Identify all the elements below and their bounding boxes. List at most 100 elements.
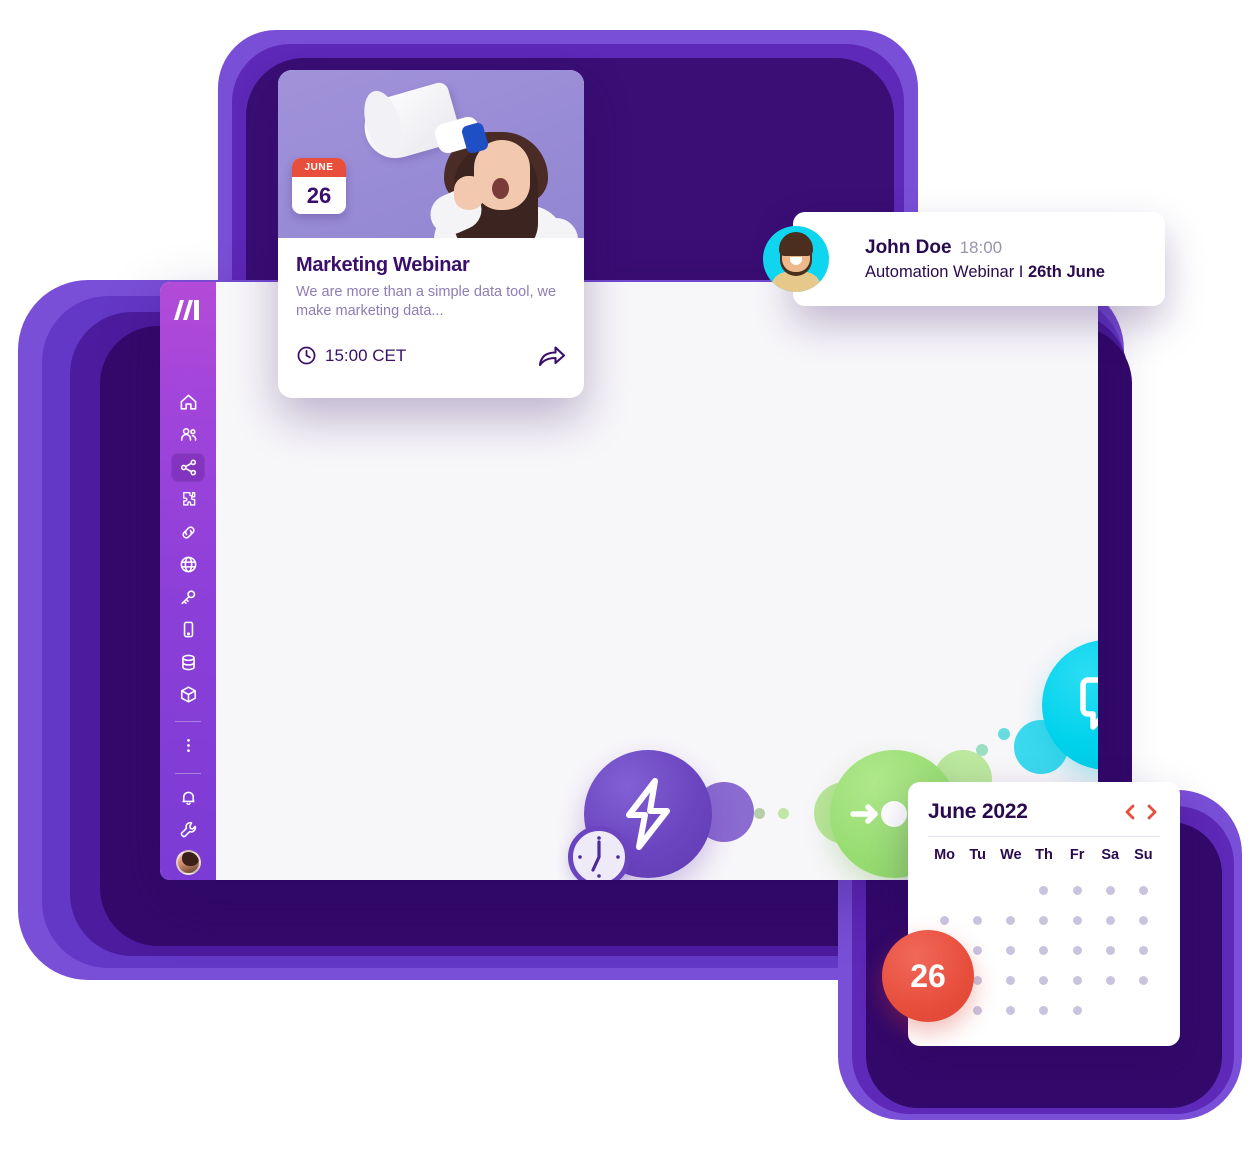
date-badge-month: JUNE (292, 158, 346, 177)
share-arrow-icon[interactable] (538, 344, 566, 368)
mini-calendar-day-names: Mo Tu We Th Fr Sa Su (928, 847, 1160, 863)
sidebar-item-webhooks[interactable] (171, 550, 205, 579)
sidebar-item-templates[interactable] (171, 485, 205, 514)
mini-calendar-cell[interactable] (1094, 905, 1127, 935)
notification-header: John Doe 18:00 (865, 237, 1105, 259)
avatar[interactable] (171, 848, 205, 877)
mini-calendar-date-dot (1039, 975, 1049, 985)
mini-calendar-cell[interactable] (1061, 905, 1094, 935)
webinar-card-body: Marketing Webinar We are more than a sim… (278, 238, 584, 368)
mini-calendar-cell[interactable] (1094, 935, 1127, 965)
chevron-left-icon[interactable] (1122, 802, 1138, 822)
mini-calendar-nav[interactable] (1122, 802, 1160, 822)
mini-calendar-date-dot (940, 915, 950, 925)
connector-dot (778, 808, 789, 819)
mini-calendar-cell[interactable] (1127, 905, 1160, 935)
sidebar-item-home[interactable] (171, 388, 205, 417)
mini-calendar-cell[interactable] (994, 905, 1027, 935)
webinar-time: 15:00 CET (296, 345, 406, 366)
sidebar-item-settings[interactable] (171, 815, 205, 844)
lightning-bolt-icon (626, 778, 670, 850)
sidebar (160, 282, 216, 880)
mini-calendar-cell[interactable] (1027, 965, 1060, 995)
sidebar-item-more[interactable] (171, 731, 205, 760)
mini-calendar-cell[interactable] (961, 905, 994, 935)
mini-calendar-cell[interactable] (1061, 965, 1094, 995)
webinar-card[interactable]: JUNE 26 Marketing Webinar We are more th… (278, 70, 584, 398)
mini-calendar-date-dot (1072, 915, 1082, 925)
mini-calendar-cell[interactable] (1061, 875, 1094, 905)
mini-calendar-cell (1094, 995, 1127, 1025)
webinar-card-footer: 15:00 CET (296, 344, 566, 368)
mini-calendar-cell[interactable] (1127, 935, 1160, 965)
mini-calendar-cell[interactable] (1127, 875, 1160, 905)
mini-calendar-date-dot (1138, 915, 1148, 925)
mini-calendar-date-dot (973, 1005, 983, 1015)
webinar-time-label: 15:00 CET (325, 345, 407, 365)
sidebar-item-notifications[interactable] (171, 783, 205, 812)
mini-calendar-cell[interactable] (1027, 995, 1060, 1025)
webinar-image: JUNE 26 (278, 70, 584, 238)
sidebar-item-keys[interactable] (171, 582, 205, 611)
mini-calendar-date-dot (1138, 885, 1148, 895)
mini-calendar-title: June 2022 (928, 800, 1028, 823)
mini-calendar-cell (961, 875, 994, 905)
date-badge: JUNE 26 (292, 158, 346, 214)
sidebar-item-data-stores[interactable] (171, 647, 205, 676)
user-avatar[interactable] (175, 849, 201, 875)
sidebar-divider-2 (175, 772, 201, 774)
mini-calendar-cell (928, 875, 961, 905)
sidebar-item-data-structures[interactable] (171, 680, 205, 709)
mini-calendar-date-dot (1039, 945, 1049, 955)
illustration-mouth (492, 178, 509, 199)
mini-calendar-cell[interactable] (1127, 965, 1160, 995)
mini-calendar-day-name: Mo (934, 847, 956, 863)
sidebar-item-scenarios[interactable] (171, 452, 205, 482)
mini-calendar-cell[interactable] (1027, 905, 1060, 935)
sidebar-divider-1 (175, 721, 201, 723)
mini-calendar[interactable]: June 2022 Mo Tu We Th Fr Sa Su 26 (882, 782, 1180, 1046)
sidebar-item-teams[interactable] (171, 420, 205, 449)
mini-calendar-cell[interactable] (1027, 935, 1060, 965)
mini-calendar-cell[interactable] (1027, 875, 1060, 905)
notification-message-date: 26th June (1027, 262, 1105, 281)
notification-message-prefix: Automation Webinar I (865, 262, 1028, 281)
make-logo-icon[interactable] (173, 298, 203, 322)
mini-calendar-date-dot (1105, 915, 1115, 925)
date-badge-day: 26 (306, 182, 332, 208)
mini-calendar-date-dot (1006, 1005, 1016, 1015)
speech-bubble-icon (1080, 677, 1098, 730)
mini-calendar-cell[interactable] (994, 965, 1027, 995)
sidebar-item-connections[interactable] (171, 517, 205, 546)
mini-calendar-date-dot (1105, 945, 1115, 955)
notification-sender: John Doe (865, 236, 952, 258)
mini-calendar-date-dot (1138, 975, 1148, 985)
mini-calendar-date-dot (1006, 945, 1016, 955)
clock-icon (568, 826, 630, 880)
notification-card[interactable]: John Doe 18:00 Automation Webinar I 26th… (763, 212, 1165, 306)
connector-dot (998, 728, 1010, 740)
illustration-hand (454, 176, 484, 210)
connector-dot (754, 808, 765, 819)
mini-calendar-cell (994, 875, 1027, 905)
mini-calendar-day-name: Th (1035, 847, 1053, 863)
mini-calendar-highlight-badge[interactable]: 26 (882, 930, 974, 1022)
mini-calendar-date-dot (1072, 975, 1082, 985)
notification-message: Automation Webinar I 26th June (865, 263, 1105, 282)
mini-calendar-cell[interactable] (1061, 995, 1094, 1025)
mini-calendar-cell[interactable] (1094, 875, 1127, 905)
mini-calendar-cell[interactable] (1061, 935, 1094, 965)
mini-calendar-cell[interactable] (994, 935, 1027, 965)
mini-calendar-day-name: Sa (1101, 847, 1120, 863)
avatar-hair (779, 232, 813, 256)
sidebar-item-devices[interactable] (171, 615, 205, 644)
mini-calendar-date-dot (973, 915, 983, 925)
chevron-right-icon[interactable] (1144, 802, 1160, 822)
mini-calendar-cell[interactable] (994, 995, 1027, 1025)
webinar-title: Marketing Webinar (296, 254, 470, 276)
mini-calendar-day-name: We (1000, 847, 1022, 863)
mini-calendar-cell[interactable] (1094, 965, 1127, 995)
mini-calendar-date-dot (1105, 885, 1115, 895)
mini-calendar-day-name: Tu (969, 847, 987, 863)
scene: Watch event Router Notify (0, 0, 1250, 1164)
